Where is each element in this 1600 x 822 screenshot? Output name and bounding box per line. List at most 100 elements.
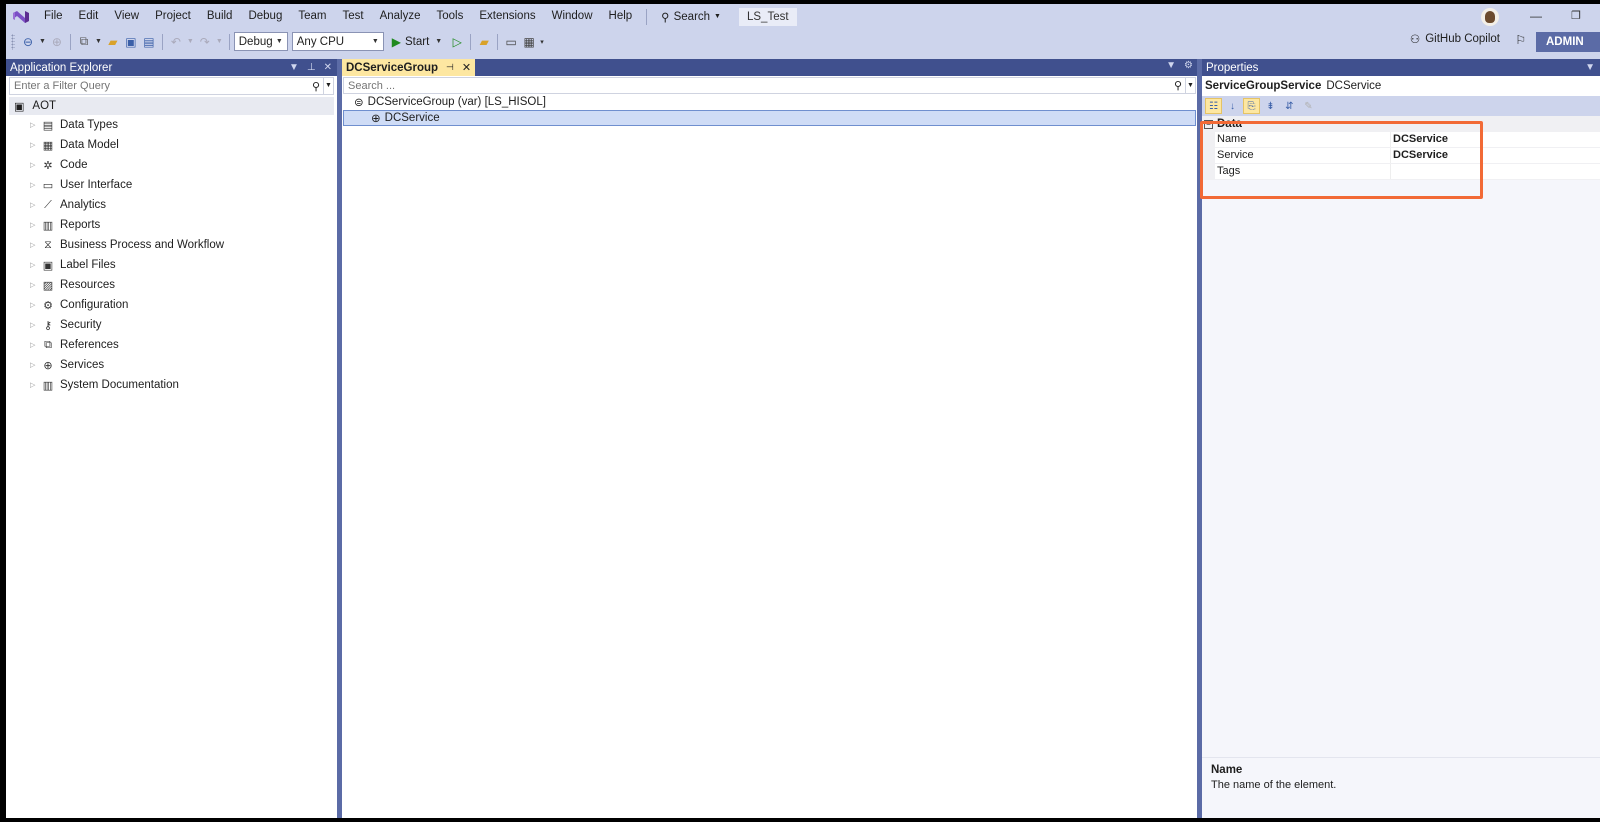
window-layout-icon[interactable]: ▭ (502, 32, 520, 52)
chevron-down-icon[interactable]: ▼ (1185, 78, 1195, 93)
chevron-down-icon[interactable]: ▼ (323, 78, 333, 94)
expand-arrow-icon[interactable]: ▷ (30, 201, 40, 209)
collapse-icon[interactable]: − (1204, 119, 1213, 129)
start-button[interactable]: ▶ Start ▼ (388, 35, 448, 49)
redo-dropdown-icon[interactable]: ▼ (214, 38, 225, 45)
undo-icon[interactable]: ↶ (167, 32, 185, 52)
expand-arrow-icon[interactable]: ▷ (30, 301, 40, 309)
undo-dropdown-icon[interactable]: ▼ (185, 38, 196, 45)
designer-icon[interactable]: ▦ (520, 32, 538, 52)
search-button[interactable]: ⚲ Search ▼ (653, 10, 729, 24)
expand-arrow-icon[interactable]: ▷ (30, 181, 40, 189)
tree-item-user-interface[interactable]: ▷ ▭ User Interface (6, 175, 337, 195)
menu-build[interactable]: Build (199, 4, 241, 29)
tree-item-security[interactable]: ▷ ⚷ Security (6, 315, 337, 335)
expand-arrow-icon[interactable]: ▷ (30, 261, 40, 269)
menu-project[interactable]: Project (147, 4, 199, 29)
admin-badge[interactable]: ADMIN (1536, 32, 1600, 52)
menu-debug[interactable]: Debug (240, 4, 290, 29)
menu-edit[interactable]: Edit (71, 4, 107, 29)
pin-icon[interactable]: ⊥ (307, 62, 316, 73)
menu-file[interactable]: File (36, 4, 71, 29)
tree-item-business-process[interactable]: ▷ ⧖ Business Process and Workflow (6, 235, 337, 255)
tree-item-label-files[interactable]: ▷ ▣ Label Files (6, 255, 337, 275)
platform-select[interactable]: Any CPU ▼ (291, 32, 384, 51)
filter-query-field[interactable]: ⚲ ▼ (9, 77, 334, 95)
expand-arrow-icon[interactable]: ▷ (30, 141, 40, 149)
property-pages-icon[interactable]: ⎘ (1243, 98, 1260, 114)
new-dropdown-icon[interactable]: ▼ (93, 38, 104, 45)
configuration-select[interactable]: Debug ▼ (233, 32, 288, 51)
github-copilot-button[interactable]: ⚇ GitHub Copilot (1410, 32, 1500, 46)
settings-gear-icon[interactable]: ⚙ (1184, 60, 1193, 71)
tree-item-configuration[interactable]: ▷ ⚙ Configuration (6, 295, 337, 315)
tree-item-analytics[interactable]: ▷ ⟋ Analytics (6, 195, 337, 215)
sort-icon[interactable]: ⇵ (1281, 98, 1298, 114)
save-all-icon[interactable]: ▤ (140, 32, 158, 52)
property-row-name[interactable]: Name DCService (1202, 132, 1600, 148)
tree-item-system-documentation[interactable]: ▷ ▥ System Documentation (6, 375, 337, 395)
property-value[interactable]: DCService (1391, 148, 1600, 163)
feedback-icon[interactable]: ⚐ (1515, 33, 1526, 47)
tree-item-resources[interactable]: ▷ ▨ Resources (6, 275, 337, 295)
menu-window[interactable]: Window (544, 4, 601, 29)
search-icon[interactable]: ⚲ (1171, 79, 1185, 92)
tree-root-aot[interactable]: ▣ AOT (9, 97, 334, 115)
start-without-debugging-icon[interactable]: ▷ (448, 32, 466, 52)
close-icon[interactable]: ✕ (324, 62, 332, 73)
filter-query-input[interactable] (10, 80, 309, 92)
user-avatar[interactable] (1481, 8, 1499, 26)
expand-arrow-icon[interactable]: ▷ (30, 221, 40, 229)
expand-all-icon[interactable]: ⇟ (1262, 98, 1279, 114)
expand-arrow-icon[interactable]: ▷ (30, 321, 40, 329)
tree-item-data-types[interactable]: ▷ ▤ Data Types (6, 115, 337, 135)
navigate-forward-icon[interactable]: ⊕ (48, 32, 66, 52)
save-icon[interactable]: ▣ (122, 32, 140, 52)
open-folder-icon[interactable]: ▰ (104, 32, 122, 52)
expand-arrow-icon[interactable]: ▷ (30, 121, 40, 129)
tree-item-code[interactable]: ▷ ✲ Code (6, 155, 337, 175)
redo-icon[interactable]: ↷ (196, 32, 214, 52)
new-project-icon[interactable]: ⧉ (75, 32, 93, 52)
designer-search-input[interactable] (344, 79, 1171, 92)
toolbar-overflow-icon[interactable]: ▾ (538, 38, 546, 46)
expand-arrow-icon[interactable]: ▷ (30, 341, 40, 349)
visual-studio-logo-icon[interactable] (10, 8, 32, 26)
property-row-tags[interactable]: Tags (1202, 164, 1600, 180)
tab-dcservicegroup[interactable]: DCServiceGroup ⊣ ✕ (342, 59, 476, 76)
menu-team[interactable]: Team (290, 4, 334, 29)
expand-arrow-icon[interactable]: ▷ (30, 361, 40, 369)
sort-alphabetical-icon[interactable]: ↓ (1224, 98, 1241, 114)
tree-item-data-model[interactable]: ▷ ▦ Data Model (6, 135, 337, 155)
expand-arrow-icon[interactable]: ▷ (30, 381, 40, 389)
categorized-icon[interactable]: ☷ (1205, 98, 1222, 114)
category-data[interactable]: − Data (1202, 116, 1600, 132)
start-dropdown-icon[interactable]: ▼ (433, 38, 444, 45)
designer-search-field[interactable]: ⚲ ▼ (343, 77, 1196, 94)
tab-list-dropdown-icon[interactable]: ▼ (1166, 60, 1176, 71)
property-row-service[interactable]: Service DCService (1202, 148, 1600, 164)
tree-item-services[interactable]: ▷ ⊕ Services (6, 355, 337, 375)
expand-arrow-icon[interactable]: ▷ (30, 281, 40, 289)
menu-extensions[interactable]: Extensions (471, 4, 543, 29)
properties-object-selector[interactable]: ServiceGroupService DCService (1202, 76, 1600, 96)
menu-analyze[interactable]: Analyze (372, 4, 429, 29)
menu-test[interactable]: Test (334, 4, 371, 29)
restore-button[interactable]: ❐ (1566, 9, 1586, 25)
designer-node-dcservice[interactable]: ⊕ DCService (343, 110, 1196, 126)
menu-help[interactable]: Help (601, 4, 641, 29)
property-value[interactable]: DCService (1391, 132, 1600, 147)
search-icon[interactable]: ⚲ (309, 80, 323, 93)
expand-arrow-icon[interactable]: ▷ (30, 241, 40, 249)
toolbar-grip[interactable] (11, 33, 15, 50)
close-tab-icon[interactable]: ✕ (462, 61, 471, 74)
navigate-back-icon[interactable]: ⊖ (19, 32, 37, 52)
wrench-icon[interactable]: ✎ (1300, 98, 1317, 114)
window-position-icon[interactable]: ▼ (1585, 62, 1595, 73)
find-in-files-icon[interactable]: ▰ (475, 32, 493, 52)
back-dropdown-icon[interactable]: ▼ (37, 38, 48, 45)
tree-item-reports[interactable]: ▷ ▥ Reports (6, 215, 337, 235)
menu-view[interactable]: View (106, 4, 147, 29)
minimize-button[interactable]: — (1526, 9, 1546, 25)
window-position-icon[interactable]: ▼ (289, 62, 299, 73)
